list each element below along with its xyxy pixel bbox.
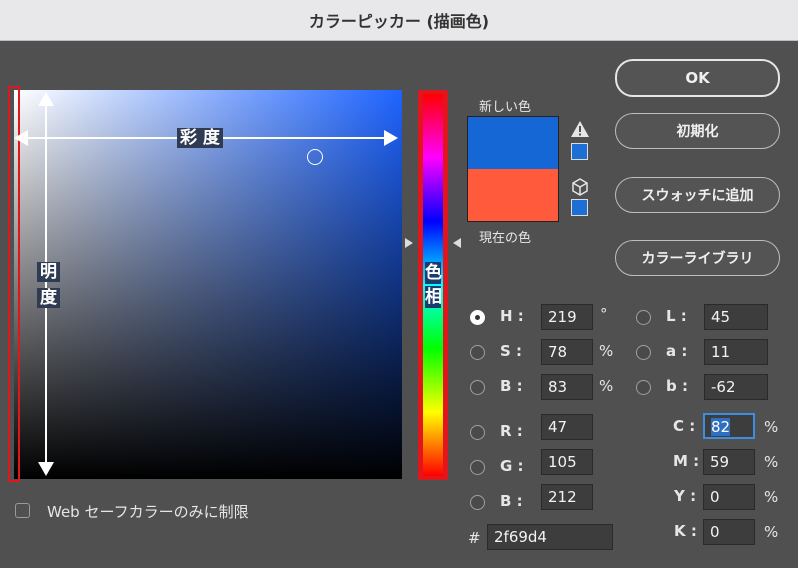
c-unit: % xyxy=(764,418,779,436)
radio-s[interactable] xyxy=(470,345,485,360)
radio-l[interactable] xyxy=(636,310,651,325)
radio-rgb-b[interactable] xyxy=(470,495,485,510)
hex-input[interactable]: 2f69d4 xyxy=(487,524,613,550)
label-r: R : xyxy=(500,422,523,440)
radio-g[interactable] xyxy=(470,460,485,475)
b-unit: % xyxy=(599,377,614,395)
m-unit: % xyxy=(764,453,779,471)
c-input[interactable]: 82 xyxy=(703,413,755,439)
lab-b-input[interactable]: -62 xyxy=(704,374,768,400)
y-input[interactable]: 0 xyxy=(703,484,755,510)
label-l: L : xyxy=(666,307,687,325)
label-b: B : xyxy=(500,377,523,395)
web-colors-only-label[interactable]: Web セーフカラーのみに制限 xyxy=(47,501,249,522)
label-h: H : xyxy=(500,307,524,325)
label-y: Y : xyxy=(674,487,697,505)
web-safe-swatch[interactable] xyxy=(571,199,588,216)
color-field-picker-circle[interactable] xyxy=(307,149,323,165)
label-lab-b: b : xyxy=(666,377,688,395)
label-a: a : xyxy=(666,342,688,360)
radio-h[interactable] xyxy=(470,310,485,325)
l-input[interactable]: 45 xyxy=(704,304,768,330)
radio-lab-b[interactable] xyxy=(636,380,651,395)
hue-label-1: 色 xyxy=(425,262,442,284)
title-bar: カラーピッカー (描画色) xyxy=(0,0,798,41)
saturation-brightness-field[interactable] xyxy=(14,90,402,479)
current-color-label: 現在の色 xyxy=(479,231,532,246)
brightness-label-1: 明 xyxy=(37,262,60,282)
y-unit: % xyxy=(764,488,779,506)
hex-label: # xyxy=(468,529,481,547)
label-g: G : xyxy=(500,457,524,475)
saturation-label: 彩 度 xyxy=(177,128,223,148)
window-title: カラーピッカー (描画色) xyxy=(308,12,490,31)
new-color-swatch xyxy=(468,117,558,169)
b-input[interactable]: 83 xyxy=(541,374,593,400)
color-libraries-button[interactable]: カラーライブラリ xyxy=(615,240,780,276)
a-input[interactable]: 11 xyxy=(704,339,768,365)
k-unit: % xyxy=(764,523,779,541)
current-color-swatch[interactable] xyxy=(468,169,558,221)
h-unit: ° xyxy=(600,305,608,323)
rgb-b-input[interactable]: 212 xyxy=(541,484,593,510)
web-safe-cube-icon[interactable] xyxy=(570,177,590,197)
m-input[interactable]: 59 xyxy=(703,449,755,475)
g-input[interactable]: 105 xyxy=(541,449,593,475)
label-s: S : xyxy=(500,342,523,360)
c-value: 82 xyxy=(711,418,731,436)
web-colors-only-checkbox[interactable] xyxy=(15,503,30,518)
label-m: M : xyxy=(673,452,700,470)
gamut-warning-swatch[interactable] xyxy=(571,143,588,160)
s-input[interactable]: 78 xyxy=(541,339,593,365)
hue-label-2: 相 xyxy=(425,286,442,308)
r-input[interactable]: 47 xyxy=(541,414,593,440)
k-input[interactable]: 0 xyxy=(703,519,755,545)
reset-button[interactable]: 初期化 xyxy=(615,113,780,149)
add-to-swatches-button[interactable]: スウォッチに追加 xyxy=(615,177,780,213)
radio-b[interactable] xyxy=(470,380,485,395)
gamut-warning-icon[interactable] xyxy=(570,120,590,138)
hue-slider-right-handle[interactable] xyxy=(453,238,461,248)
label-k: K : xyxy=(674,522,697,540)
label-rgb-b: B : xyxy=(500,492,523,510)
ok-button[interactable]: OK xyxy=(615,59,780,97)
color-preview xyxy=(467,116,559,222)
radio-a[interactable] xyxy=(636,345,651,360)
label-c: C : xyxy=(673,417,696,435)
s-unit: % xyxy=(599,342,614,360)
brightness-label-2: 度 xyxy=(37,288,60,308)
radio-r[interactable] xyxy=(470,425,485,440)
hue-slider-left-handle[interactable] xyxy=(405,238,413,248)
h-input[interactable]: 219 xyxy=(541,304,593,330)
new-color-label: 新しい色 xyxy=(479,100,532,115)
hue-slider[interactable] xyxy=(423,94,443,476)
brightness-highlight-frame xyxy=(8,86,20,482)
